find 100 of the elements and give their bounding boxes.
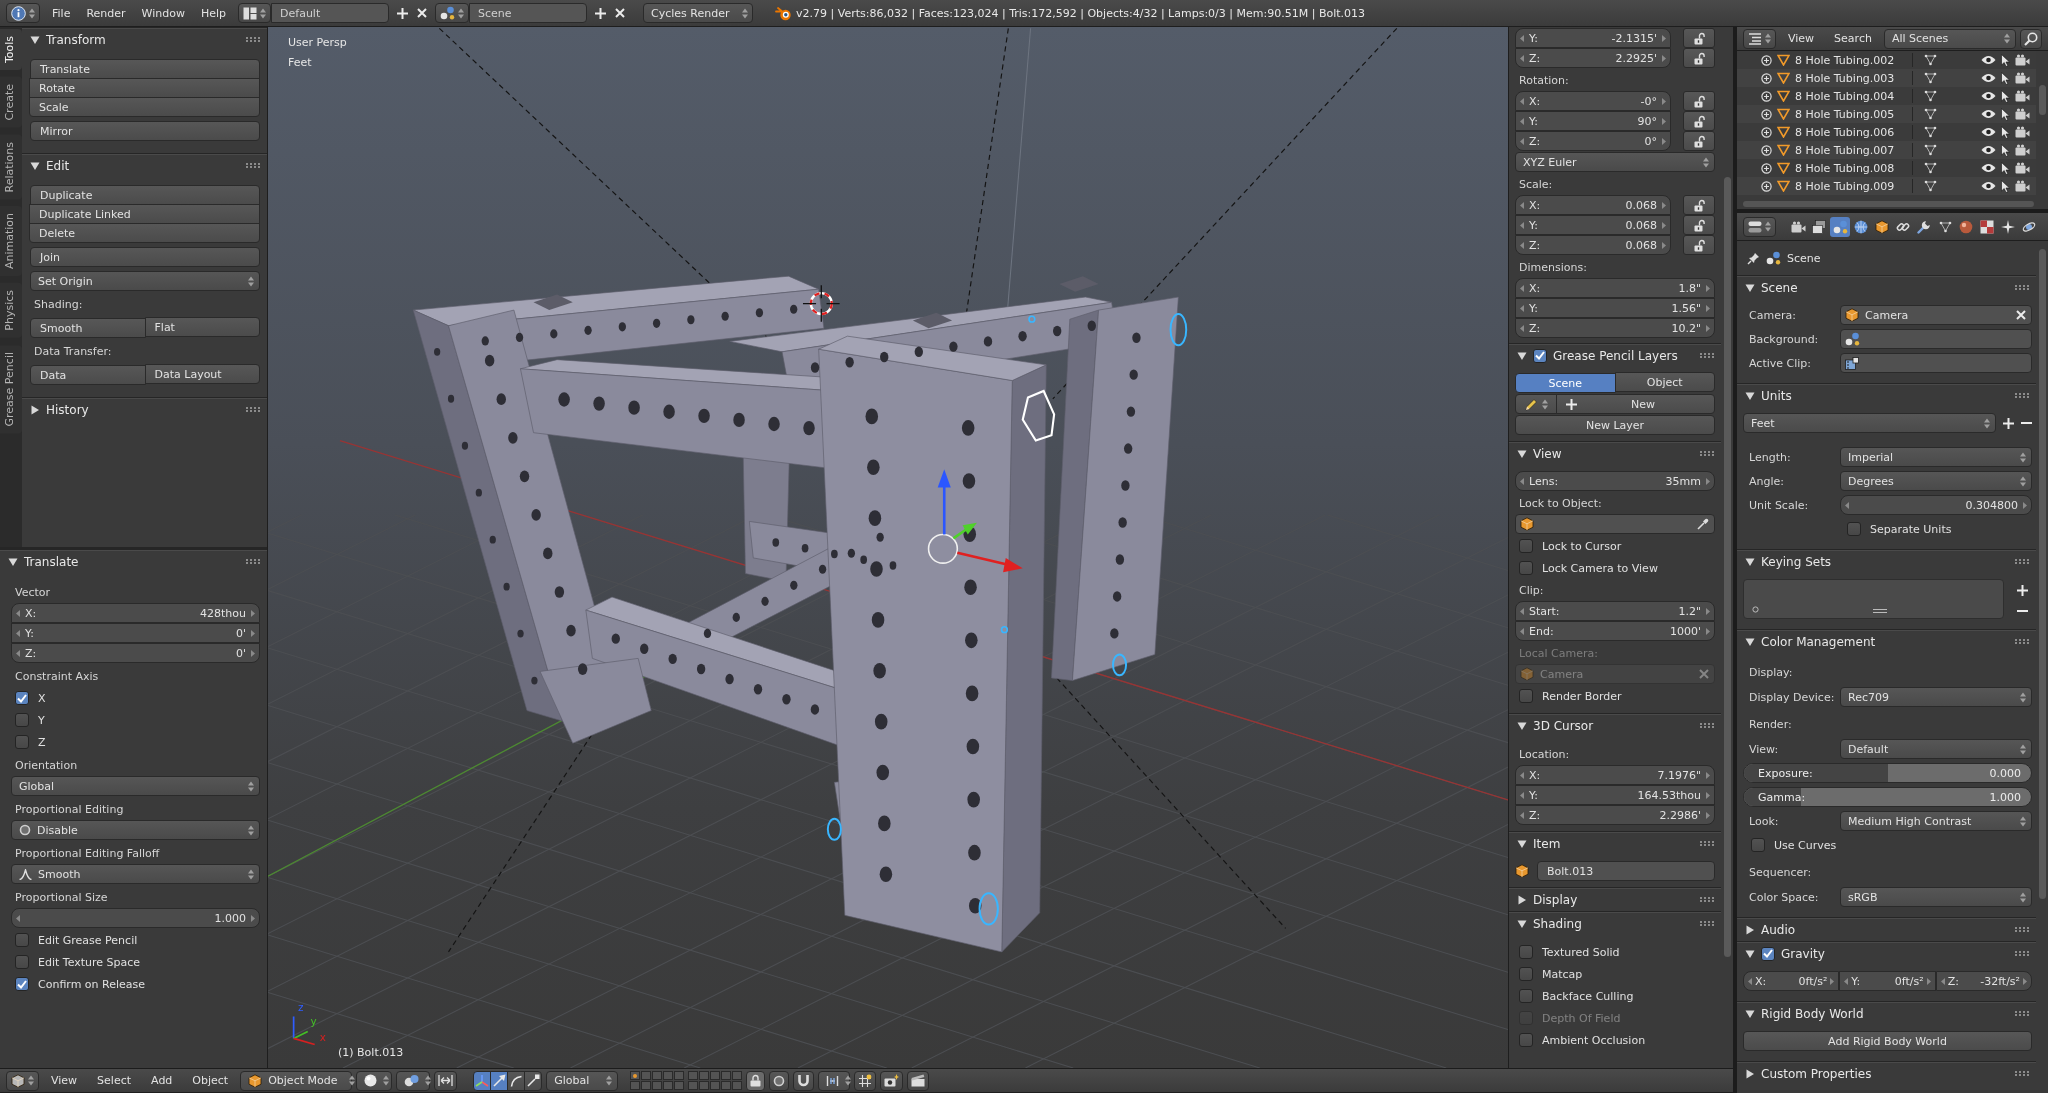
outliner-row[interactable]: 8 Hole Tubing.005 [1737,105,2036,123]
menu-item[interactable]: Help [192,6,235,20]
panel-header[interactable]: Translate [0,549,267,573]
layout-name-field[interactable]: Default [271,3,390,23]
manipulator-mode-button[interactable] [507,1070,526,1091]
panel-header[interactable]: Custom Properties [1737,1061,2036,1085]
panel-header[interactable]: Shading [1509,911,1721,935]
panel-header[interactable]: Edit [22,153,267,177]
snap-button[interactable] [793,1070,815,1091]
layout-browse-button[interactable] [238,3,272,23]
close-icon[interactable] [417,8,428,18]
panel-header[interactable]: Grease Pencil Layers [1509,343,1721,367]
panel-header[interactable]: Scene [1737,275,2036,299]
number-field[interactable]: Z: 2.2986' [1515,805,1715,825]
lock-button[interactable] [1683,28,1715,48]
tab[interactable]: Animation [0,206,22,277]
pivot-dropdown[interactable] [396,1070,431,1091]
panel-header[interactable]: Item [1509,831,1721,855]
camera-icon[interactable] [2015,180,2030,192]
plus-icon[interactable] [2016,585,2028,596]
clip-field[interactable] [1840,353,2032,373]
menu-item[interactable]: File [44,6,79,20]
number-field[interactable]: Y: 1.56" [1515,298,1715,318]
camera-icon[interactable] [2015,72,2030,84]
manipulator-toggle-button[interactable] [473,1070,492,1091]
slider[interactable]: Gamma: 1.000 [1743,787,2032,807]
number-field[interactable]: Z: 0' [11,643,260,663]
pointer-arrow-icon[interactable] [2001,89,2010,103]
pointer-arrow-icon[interactable] [2001,161,2010,175]
number-field[interactable]: Z: 0.068 [1515,235,1671,255]
browse-button[interactable] [1515,394,1557,414]
checkbox[interactable] [15,691,29,705]
manipulator-mode-button[interactable] [524,1070,543,1091]
eye-icon[interactable] [1981,127,1996,137]
tool-button[interactable]: Data Layout [144,364,260,384]
checkbox[interactable] [1751,838,1765,852]
checkbox[interactable] [1533,348,1547,363]
scrollbar-thumb[interactable] [2038,249,2046,899]
tool-button[interactable]: Scale [29,97,260,117]
expand-icon[interactable] [1761,180,1772,192]
eye-icon[interactable] [1981,55,1996,65]
checkbox[interactable] [15,977,29,991]
panel-header[interactable]: 3D Cursor [1509,713,1721,737]
scrollbar-thumb[interactable] [1723,177,1731,957]
panel-header[interactable]: Units [1737,383,2036,407]
camera-icon[interactable] [2015,108,2030,120]
origins-toggle-button[interactable] [434,1070,458,1091]
menu-item[interactable]: Render [78,6,134,20]
pin-icon[interactable] [1747,251,1760,265]
pointer-arrow-icon[interactable] [2001,71,2010,85]
checkbox[interactable] [1519,989,1533,1003]
pointer-arrow-icon[interactable] [2001,107,2010,121]
number-field[interactable]: End: 1000' [1515,621,1715,641]
outliner-row[interactable]: 8 Hole Tubing.009 [1737,177,2036,195]
expand-icon[interactable] [1761,162,1772,174]
lock-button[interactable] [1683,235,1715,255]
disclosure-triangle-icon[interactable] [1745,1008,1755,1019]
scene-browse-button[interactable] [435,3,470,23]
checkbox[interactable] [1519,1033,1533,1047]
tab[interactable]: Create [0,77,22,128]
slider[interactable]: Exposure: 0.000 [1743,763,2032,783]
checkbox[interactable] [15,713,29,727]
expand-icon[interactable] [1761,126,1772,138]
render-engine-dropdown[interactable]: Cycles Render [643,3,754,23]
snap-element-dropdown[interactable] [818,1070,851,1091]
checkbox[interactable] [15,955,29,969]
dropdown[interactable]: Feet [1743,413,1996,433]
render-still-button[interactable] [880,1070,904,1091]
number-field[interactable]: Y: 0' [11,623,260,643]
checkbox[interactable] [15,735,29,749]
expand-icon[interactable] [1761,108,1772,120]
dropdown[interactable]: Global [11,776,260,796]
number-field[interactable]: X: 428thou [11,603,260,623]
number-field[interactable]: Y: 0.068 [1515,215,1671,235]
disclosure-triangle-icon[interactable] [1745,636,1755,647]
disclosure-triangle-icon[interactable] [1517,838,1527,849]
panel-header[interactable]: Transform [22,27,267,51]
panel-header[interactable]: Keying Sets [1737,549,2036,573]
panel-header[interactable]: Display [1509,887,1721,911]
scrollbar-thumb[interactable] [1743,201,2034,207]
pointer-arrow-icon[interactable] [2001,53,2010,67]
editor-type-button[interactable] [6,1070,39,1091]
camera-icon[interactable] [2015,162,2030,174]
proportional-button[interactable] [769,1070,790,1091]
checkbox[interactable] [1761,946,1775,961]
number-field[interactable]: Lens: 35mm [1515,471,1715,491]
dropdown[interactable]: Medium High Contrast [1840,811,2032,831]
number-field[interactable]: Z: 10.2" [1515,318,1715,338]
checkbox[interactable] [1519,539,1533,553]
number-field[interactable]: X: -0° [1515,91,1671,111]
tool-button[interactable]: Smooth [30,318,146,338]
eye-icon[interactable] [1981,109,1996,119]
menu-item[interactable]: Add [143,1074,181,1087]
number-field[interactable]: Start: 1.2" [1515,601,1715,621]
new-button[interactable]: New [1556,394,1715,414]
number-field[interactable]: Z: 0° [1515,131,1671,151]
tool-button[interactable]: Flat [144,317,260,337]
lock-button[interactable] [1683,91,1715,111]
action-button[interactable]: Add Rigid Body World [1743,1031,2032,1051]
toggle-button[interactable]: Object [1614,372,1715,392]
